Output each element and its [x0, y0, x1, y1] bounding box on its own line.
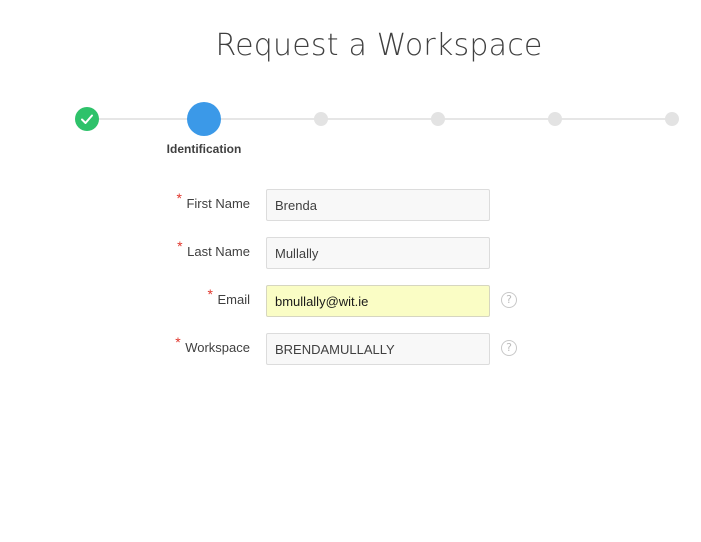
- workspace-input[interactable]: [266, 333, 490, 365]
- first-name-label: * First Name: [176, 190, 250, 211]
- wizard-progress: Identification: [0, 0, 701, 170]
- checkmark-icon: [81, 114, 93, 124]
- email-label: * Email: [207, 286, 250, 307]
- wizard-step-pending: [548, 112, 562, 126]
- last-name-row: * Last Name: [0, 237, 701, 269]
- wizard-track: [87, 118, 672, 120]
- required-indicator: *: [175, 334, 181, 350]
- last-name-input[interactable]: [266, 237, 490, 269]
- wizard-step-complete: [75, 107, 99, 131]
- question-circle-icon[interactable]: ?: [501, 340, 517, 356]
- email-row: * Email ?: [0, 285, 701, 317]
- workspace-label: * Workspace: [175, 334, 250, 355]
- required-indicator: *: [176, 190, 182, 206]
- required-indicator: *: [207, 286, 213, 302]
- wizard-step-pending: [431, 112, 445, 126]
- required-indicator: *: [177, 238, 183, 254]
- last-name-label: * Last Name: [177, 238, 250, 259]
- wizard-step-active: [187, 102, 221, 136]
- workspace-label-text: Workspace: [185, 340, 250, 355]
- first-name-label-text: First Name: [186, 196, 250, 211]
- email-label-text: Email: [217, 292, 250, 307]
- wizard-step-label: Identification: [166, 142, 242, 156]
- question-circle-icon[interactable]: ?: [501, 292, 517, 308]
- wizard-step-pending: [314, 112, 328, 126]
- wizard-step-pending: [665, 112, 679, 126]
- first-name-input[interactable]: [266, 189, 490, 221]
- email-input[interactable]: [266, 285, 490, 317]
- last-name-label-text: Last Name: [187, 244, 250, 259]
- first-name-row: * First Name: [0, 189, 701, 221]
- workspace-row: * Workspace ?: [0, 333, 701, 365]
